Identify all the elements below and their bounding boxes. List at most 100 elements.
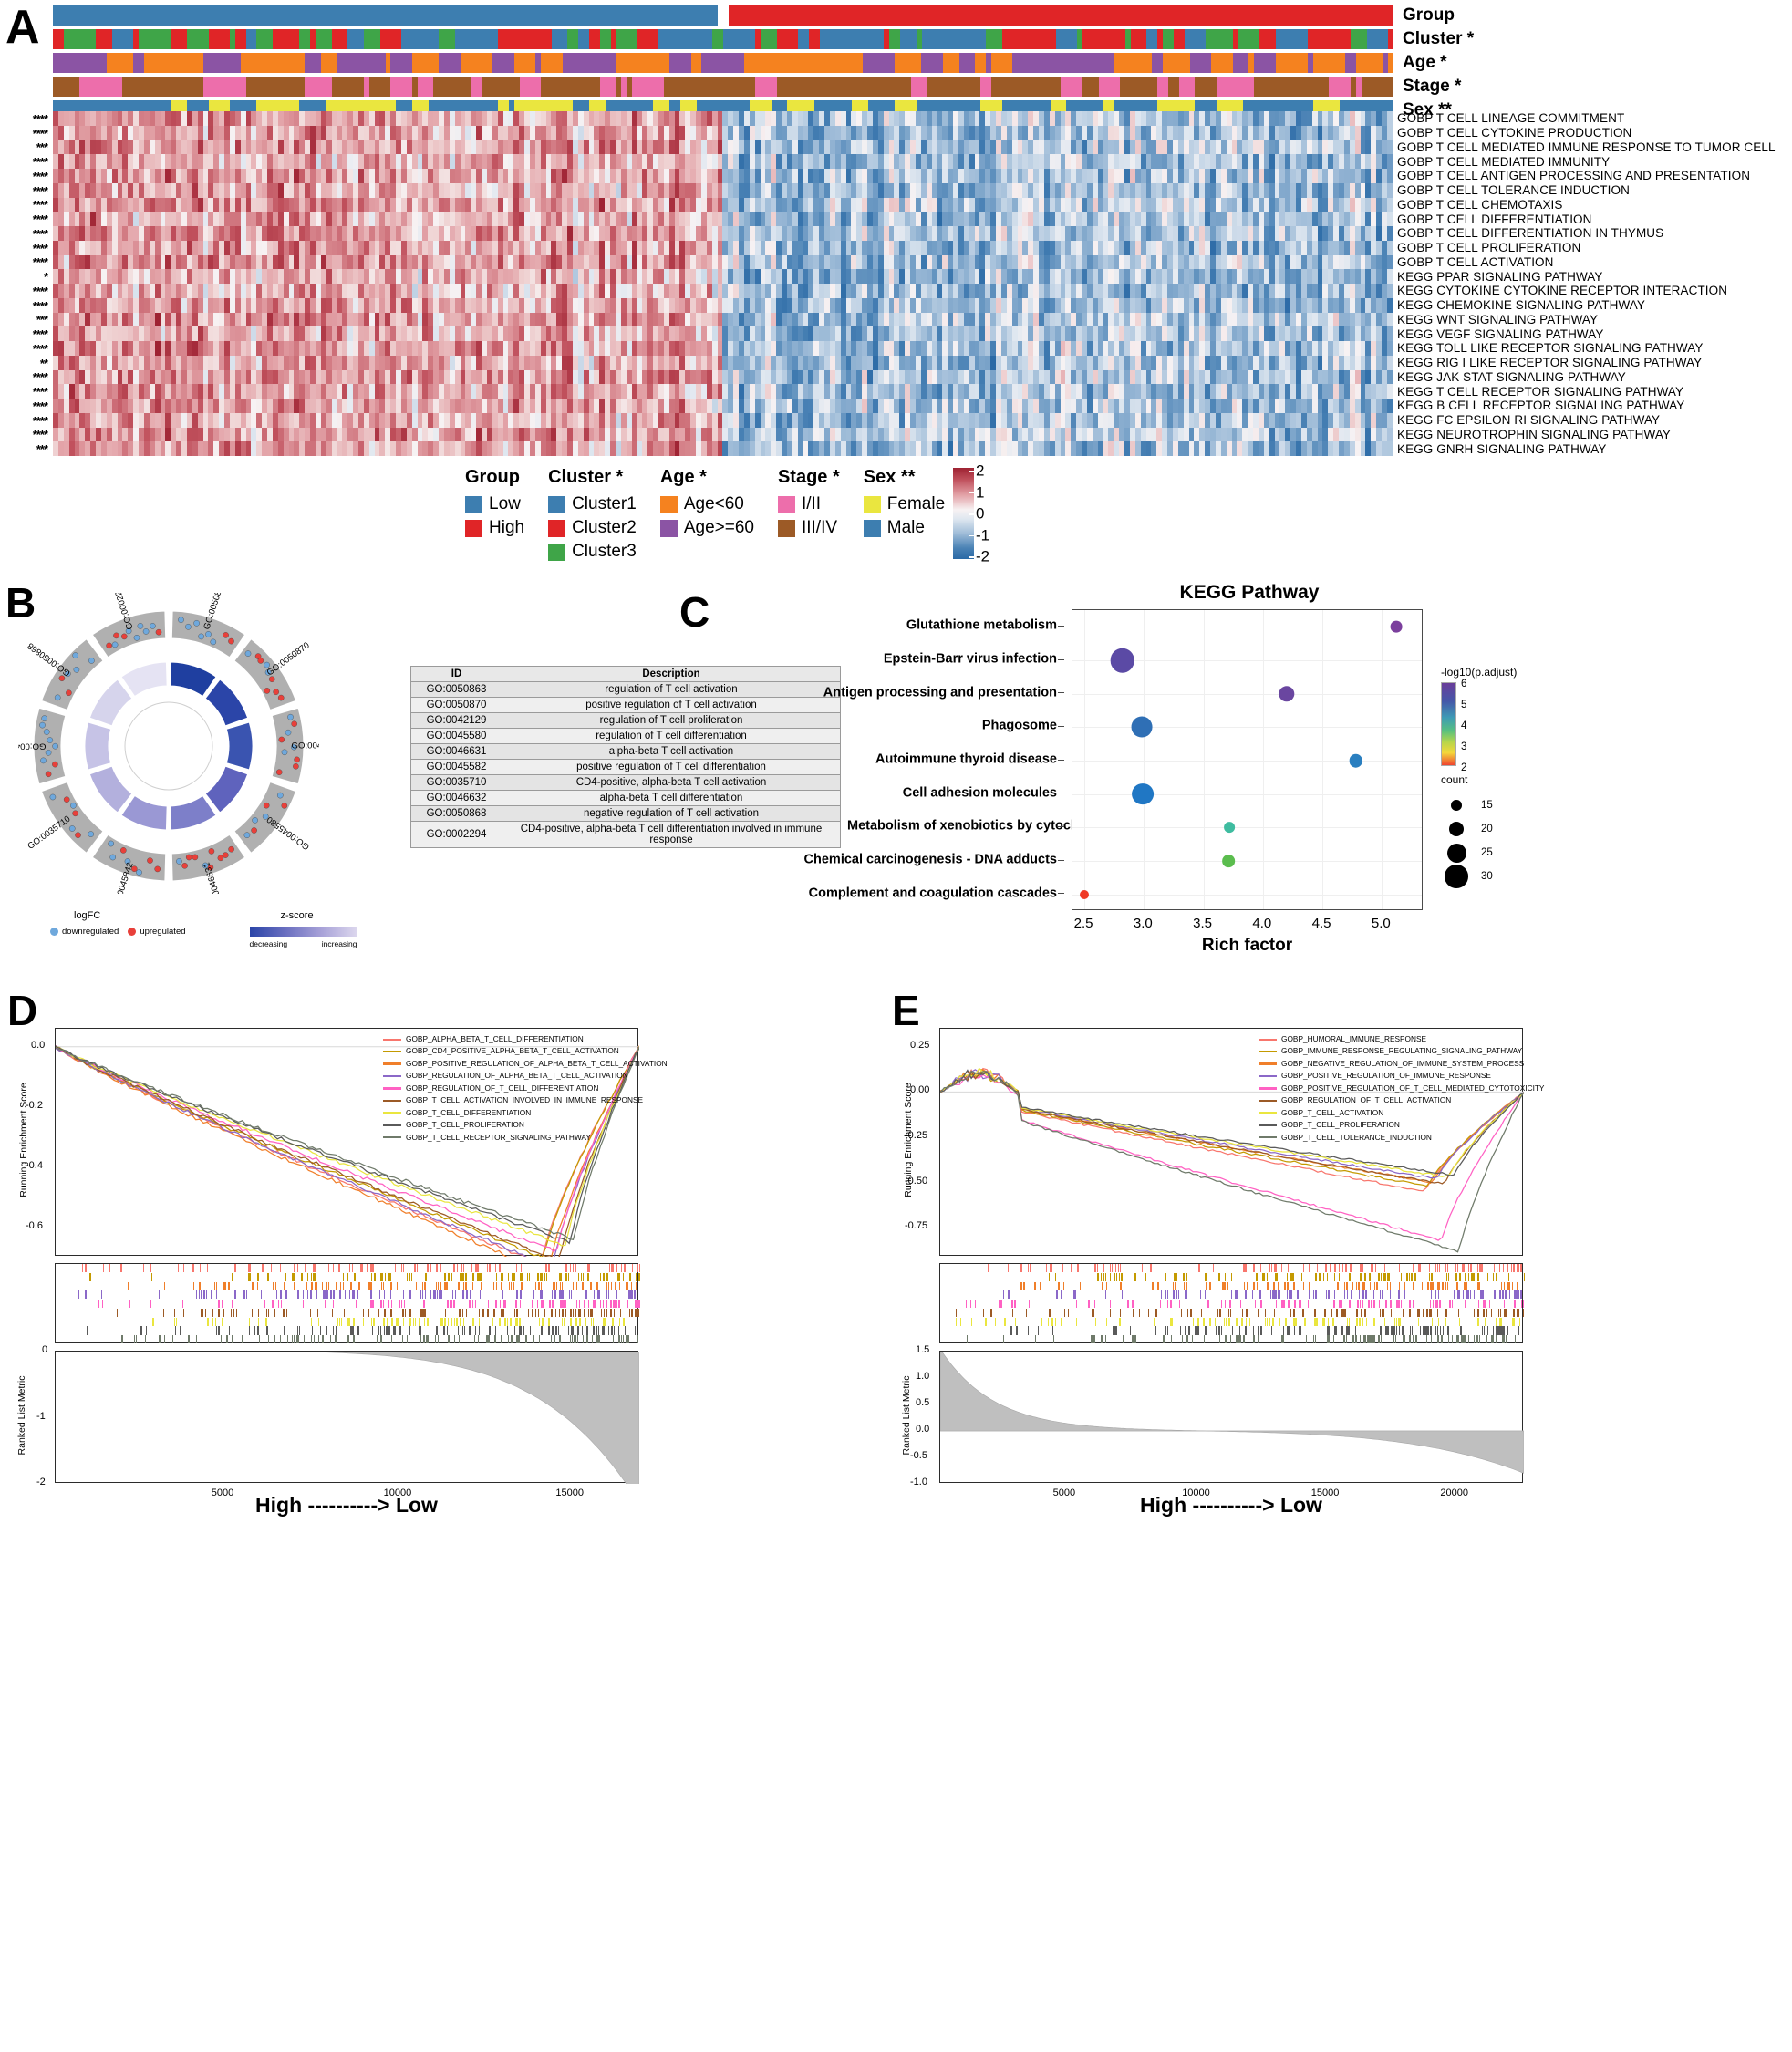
legend-swatch — [548, 519, 566, 537]
kegg-dot[interactable] — [1224, 822, 1236, 834]
heatmap-row — [53, 412, 1393, 428]
gsea-legend-swatch — [1259, 1124, 1277, 1126]
circos-gene-dot — [243, 832, 251, 839]
gsea-ytick-top: -0.4 — [26, 1160, 43, 1172]
circos-gene-dot — [185, 854, 192, 861]
axis-tick — [1058, 759, 1064, 761]
size-legend-label: 25 — [1481, 847, 1493, 858]
panel-c-kegg-dotplot: C KEGG Pathway Glutathione metabolism Eps… — [670, 575, 1792, 967]
legend-item: High — [465, 518, 524, 538]
legend-group-title: Group — [465, 467, 520, 487]
circos-gene-dot — [121, 633, 128, 640]
gsea-rank-row — [940, 1264, 1522, 1273]
grid-line-horizontal — [1072, 693, 1422, 695]
heatmap-row — [53, 111, 1393, 126]
heatmap-row-label: KEGG GNRH SIGNALING PATHWAY — [1397, 441, 1607, 456]
gsea-legend-row: GOBP_IMMUNE_RESPONSE_REGULATING_SIGNALIN… — [1259, 1045, 1544, 1057]
heatmap-row — [53, 326, 1393, 341]
heatmap-row-significance: **** — [32, 126, 48, 140]
table-cell-id: GO:0050863 — [410, 681, 502, 698]
zscore-legend-title: z-score — [280, 910, 314, 921]
annotation-strip-age — [53, 53, 1393, 73]
gsea-xtick: 5000 — [211, 1487, 234, 1498]
grid-line-horizontal — [1072, 761, 1422, 762]
heatmap-row-significance: **** — [32, 183, 48, 198]
circos-gene-dot — [293, 762, 299, 770]
kegg-dot[interactable] — [1349, 753, 1362, 768]
gsea-legend-swatch — [383, 1038, 401, 1041]
heatmap-row-label: KEGG WNT SIGNALING PATHWAY — [1397, 312, 1599, 326]
circos-gene-dot — [49, 793, 57, 801]
kegg-dot[interactable] — [1131, 716, 1153, 738]
kegg-dot[interactable] — [1222, 855, 1235, 867]
heatmap-row — [53, 140, 1393, 155]
kegg-category-label: Glutathione metabolism — [906, 617, 1057, 633]
circos-inner-circle — [124, 701, 213, 791]
heatmap-row-significance: **** — [32, 428, 48, 442]
kegg-category-label: Antigen processing and presentation — [823, 685, 1057, 700]
circos-gene-dot — [66, 689, 72, 696]
kegg-dot[interactable] — [1110, 648, 1135, 673]
legend-group-group: Group Low High — [465, 467, 524, 542]
circos-gene-dot — [178, 617, 184, 624]
panel-a-heatmap: A Group Cluster * Age * Stage * Sex ** *… — [0, 0, 1792, 565]
panel-c-title: KEGG Pathway — [1179, 582, 1320, 603]
gsea-ytick-top: -0.2 — [26, 1100, 43, 1111]
panel-e-ranked-metric — [939, 1351, 1524, 1483]
circos-gene-dot — [142, 628, 150, 635]
gsea-ytick-bottom: -0.5 — [910, 1450, 927, 1461]
legend-group-title: Cluster * — [548, 467, 624, 487]
circos-gene-dot — [150, 623, 156, 629]
circos-gene-dot — [41, 715, 48, 721]
legend-item-label: Age>=60 — [683, 518, 754, 537]
gsea-legend-swatch — [1259, 1136, 1277, 1139]
size-legend-row: 15 — [1441, 793, 1605, 817]
gsea-legend-label: GOBP_POSITIVE_REGULATION_OF_T_CELL_MEDIA… — [1281, 1083, 1545, 1093]
color-legend-tick: 3 — [1461, 741, 1467, 752]
size-legend-label: 20 — [1481, 824, 1493, 834]
circos-gene-dot — [106, 642, 112, 649]
gsea-legend-label: GOBP_T_CELL_PROLIFERATION — [1281, 1120, 1400, 1130]
gsea-legend-swatch — [1259, 1087, 1277, 1090]
zscore-legend: z-score decreasing increasing — [249, 910, 357, 948]
gsea-ytick-top: -0.75 — [905, 1220, 928, 1232]
color-legend-tick: 5 — [1461, 700, 1467, 710]
circos-gene-dot — [147, 857, 153, 864]
kegg-dot[interactable] — [1279, 685, 1295, 702]
gsea-legend-swatch — [1259, 1038, 1277, 1041]
gsea-rank-row — [56, 1290, 637, 1300]
legend-swatch — [659, 495, 678, 513]
circos-gene-dot — [137, 623, 144, 629]
gsea-rank-row — [940, 1317, 1522, 1326]
axis-tick — [1058, 692, 1064, 694]
kegg-dot[interactable] — [1390, 620, 1403, 633]
panel-e-legend: GOBP_HUMORAL_IMMUNE_RESPONSE GOBP_IMMUNE_… — [1259, 1033, 1544, 1144]
x-tick-label: 3.5 — [1193, 916, 1213, 931]
zscore-high-label: increasing — [321, 939, 357, 948]
table-cell-id: GO:0042129 — [410, 712, 502, 729]
circos-gene-dot — [273, 689, 280, 695]
gsea-legend-swatch — [383, 1087, 401, 1090]
legend-item-label: Male — [886, 518, 925, 537]
heatmap-row-label: KEGG CHEMOKINE SIGNALING PATHWAY — [1397, 298, 1645, 313]
kegg-dot[interactable] — [1080, 889, 1090, 899]
circos-gene-dot — [45, 771, 52, 778]
panel-c-size-legend: count 15 20 25 30 — [1441, 773, 1605, 888]
gsea-legend-row: GOBP_HUMORAL_IMMUNE_RESPONSE — [1259, 1033, 1544, 1045]
heatmap-row — [53, 341, 1393, 356]
gsea-ytick-top: -0.6 — [26, 1220, 43, 1232]
annotation-tracks: Group Cluster * Age * Stage * Sex ** — [53, 5, 1474, 124]
heatmap-row — [53, 399, 1393, 413]
heatmap-row-label: KEGG JAK STAT SIGNALING PATHWAY — [1397, 369, 1626, 384]
grid-line-vertical — [1203, 610, 1205, 909]
grid-line-vertical — [1322, 610, 1324, 909]
logfc-up-swatch — [128, 928, 137, 936]
kegg-dot[interactable] — [1132, 782, 1154, 805]
panel-b-legend: logFC downregulated upregulated z-score — [50, 910, 378, 948]
gsea-ytick-bottom: -1.0 — [910, 1477, 927, 1487]
heatmap-row-label: GOBP T CELL CHEMOTAXIS — [1397, 197, 1563, 212]
gsea-legend-swatch — [1259, 1050, 1277, 1053]
circos-outer-segment — [40, 781, 104, 854]
circos-gene-dot — [217, 855, 224, 862]
gsea-legend-row: GOBP_T_CELL_ACTIVATION — [1259, 1107, 1544, 1119]
